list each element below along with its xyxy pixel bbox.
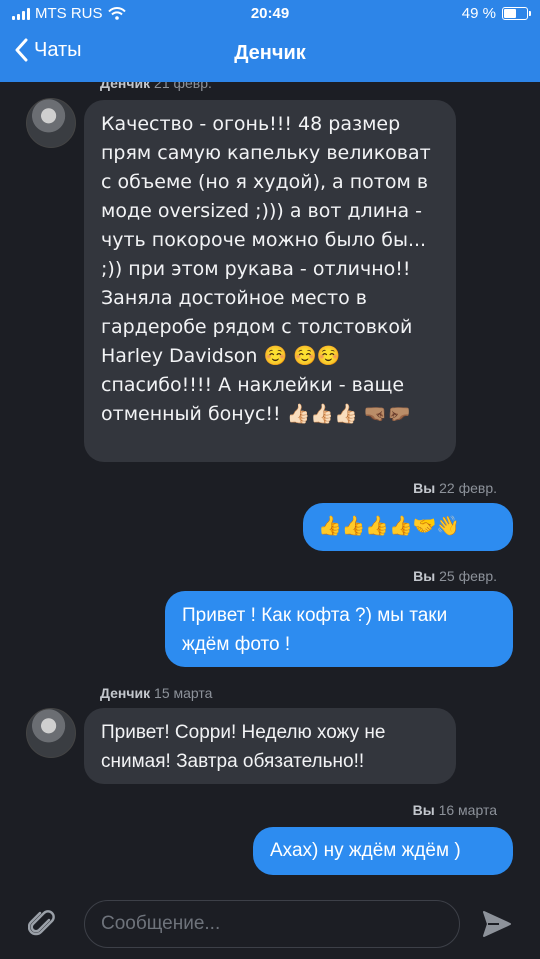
nav-bar: Чаты Денчик (0, 38, 540, 72)
message-list[interactable]: Денчик 21 февр. Качество - огонь!!! 48 р… (0, 82, 540, 890)
send-icon[interactable] (482, 910, 512, 938)
message-text: Привет ! Как кофта ?) мы таки ждём фото … (182, 605, 448, 655)
battery-icon (502, 7, 531, 20)
message-text: 👍👍👍👍🤝👋 (318, 515, 460, 537)
message-meta: Вы 22 февр. (413, 480, 497, 496)
clock: 20:49 (250, 5, 290, 22)
header: MTS RUS 20:49 49 % Чаты Денчик (0, 0, 540, 82)
message-bubble-incoming[interactable]: Качество - огонь!!! 48 размер прям самую… (84, 100, 456, 462)
status-bar: MTS RUS 20:49 49 % (0, 0, 540, 28)
message-bubble-outgoing[interactable]: 👍👍👍👍🤝👋 (303, 503, 513, 551)
message-text: Ахах) ну ждём ждём ) (270, 840, 461, 861)
message-meta: Вы 25 февр. (413, 568, 497, 584)
battery-percent: 49 % (461, 5, 496, 22)
avatar[interactable] (26, 708, 76, 758)
message-input-placeholder: Сообщение... (101, 913, 221, 934)
attach-icon[interactable] (28, 908, 56, 940)
message-meta: Денчик 15 марта (100, 685, 213, 701)
message-meta: Вы 16 марта (412, 802, 497, 818)
composer: Сообщение... (0, 890, 540, 959)
chat-title: Денчик (234, 42, 306, 64)
message-meta: Денчик 21 февр. (100, 82, 212, 91)
avatar[interactable] (26, 98, 76, 148)
message-input[interactable]: Сообщение... (84, 900, 460, 948)
message-text: Привет! Сорри! Неделю хожу не снимая! За… (101, 722, 386, 772)
message-bubble-outgoing[interactable]: Ахах) ну ждём ждём ) (253, 827, 513, 875)
message-bubble-incoming[interactable]: Привет! Сорри! Неделю хожу не снимая! За… (84, 708, 456, 784)
message-text: Качество - огонь!!! 48 размер прям самую… (101, 113, 431, 425)
message-bubble-outgoing[interactable]: Привет ! Как кофта ?) мы таки ждём фото … (165, 591, 513, 667)
